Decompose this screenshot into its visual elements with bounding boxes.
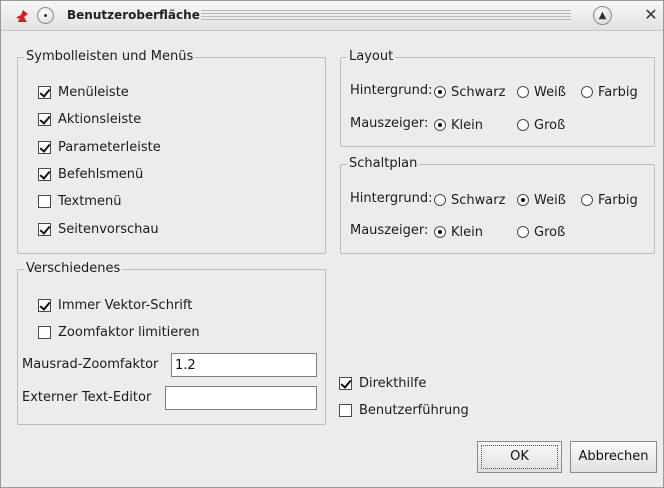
shade-icon[interactable]: ▲ — [593, 6, 612, 25]
parameterbar-checkbox[interactable]: Parameterleiste — [38, 138, 161, 156]
schematic-background-label: Hintergrund: — [350, 191, 433, 206]
layout-cursor-small-radio[interactable]: Klein — [434, 116, 483, 134]
schematic-cursor-small-radio[interactable]: Klein — [434, 223, 483, 241]
radio-label: Weiß — [534, 192, 566, 208]
radio-label: Groß — [534, 117, 566, 133]
schematic-cursor-label: Mauszeiger: — [350, 223, 429, 238]
schematic-bg-white-radio[interactable]: Weiß — [517, 191, 566, 209]
schematic-bg-black-radio[interactable]: Schwarz — [434, 191, 505, 209]
misc-legend: Verschiedenes — [24, 261, 123, 277]
layout-bg-color-radio[interactable]: Farbig — [581, 83, 638, 101]
checkbox-box[interactable] — [38, 298, 51, 312]
radio-dot[interactable] — [517, 194, 529, 206]
schematic-bg-color-radio[interactable]: Farbig — [581, 191, 638, 209]
radio-dot[interactable] — [434, 119, 446, 131]
radio-label: Klein — [451, 117, 483, 133]
direct-help-checkbox[interactable]: Direkthilfe — [339, 374, 426, 392]
checkbox-label: Textmenü — [58, 193, 122, 209]
radio-label: Klein — [451, 224, 483, 240]
app-logo-icon — [15, 8, 31, 24]
checkbox-label: Direkthilfe — [359, 375, 427, 391]
checkbox-box[interactable] — [339, 376, 352, 390]
ok-button[interactable]: OK — [477, 441, 562, 473]
guidance-checkbox[interactable]: Benutzerführung — [339, 401, 469, 419]
checkbox-label: Immer Vektor-Schrift — [58, 297, 193, 313]
checkbox-box[interactable] — [38, 167, 51, 181]
layout-group: Layout Hintergrund: Schwarz Weiß Farbig … — [340, 49, 655, 147]
layout-bg-black-radio[interactable]: Schwarz — [434, 83, 505, 101]
checkbox-box[interactable] — [38, 194, 51, 208]
checkbox-label: Menüleiste — [58, 84, 129, 100]
dialog-window: Benutzeroberfläche ▲ ✕ Symbolleisten und… — [0, 0, 664, 488]
checkbox-label: Parameterleiste — [58, 139, 161, 155]
radio-label: Schwarz — [451, 84, 506, 100]
title-bar[interactable]: Benutzeroberfläche ▲ ✕ — [1, 1, 663, 31]
schematic-cursor-large-radio[interactable]: Groß — [517, 223, 565, 241]
window-title: Benutzeroberfläche — [67, 8, 200, 22]
radio-dot[interactable] — [434, 226, 446, 238]
wheel-zoom-input[interactable] — [171, 353, 317, 377]
text-editor-label: Externer Text-Editor — [22, 390, 152, 405]
radio-label: Farbig — [598, 84, 638, 100]
cancel-button[interactable]: Abbrechen — [570, 441, 657, 473]
checkbox-label: Benutzerführung — [359, 402, 469, 418]
menubar-checkbox[interactable]: Menüleiste — [38, 83, 129, 101]
command-menu-checkbox[interactable]: Befehlsmenü — [38, 165, 143, 183]
radio-label: Schwarz — [451, 192, 506, 208]
layout-background-label: Hintergrund: — [350, 83, 433, 98]
radio-dot[interactable] — [434, 86, 446, 98]
checkbox-box[interactable] — [38, 325, 51, 339]
layout-legend: Layout — [347, 49, 396, 65]
checkbox-box[interactable] — [38, 85, 51, 99]
layout-cursor-label: Mauszeiger: — [350, 116, 429, 131]
checkbox-label: Aktionsleiste — [58, 111, 142, 127]
radio-dot[interactable] — [581, 86, 593, 98]
checkbox-label: Zoomfaktor limitieren — [58, 324, 200, 340]
schematic-group: Schaltplan Hintergrund: Schwarz Weiß Far… — [340, 156, 655, 254]
toolbars-group: Symbolleisten und Menüs Menüleiste Aktio… — [17, 49, 326, 254]
limit-zoom-checkbox[interactable]: Zoomfaktor limitieren — [38, 323, 200, 341]
radio-dot[interactable] — [581, 194, 593, 206]
layout-bg-white-radio[interactable]: Weiß — [517, 83, 566, 101]
checkbox-box[interactable] — [38, 140, 51, 154]
radio-dot[interactable] — [434, 194, 446, 206]
text-editor-input[interactable] — [165, 386, 317, 410]
checkbox-label: Seitenvorschau — [58, 221, 159, 237]
radio-label: Farbig — [598, 192, 638, 208]
schematic-legend: Schaltplan — [347, 156, 420, 172]
radio-label: Groß — [534, 224, 566, 240]
radio-dot[interactable] — [517, 226, 529, 238]
title-bar-grip — [201, 10, 571, 22]
checkbox-box[interactable] — [339, 403, 352, 417]
wheel-zoom-label: Mausrad-Zoomfaktor — [22, 357, 159, 372]
actionbar-checkbox[interactable]: Aktionsleiste — [38, 110, 141, 128]
radio-label: Weiß — [534, 84, 566, 100]
checkbox-box[interactable] — [38, 112, 51, 126]
checkbox-label: Befehlsmenü — [58, 166, 144, 182]
misc-group: Verschiedenes Immer Vektor-Schrift Zoomf… — [17, 261, 326, 425]
radio-dot[interactable] — [517, 86, 529, 98]
toolbars-legend: Symbolleisten und Menüs — [24, 49, 196, 65]
window-menu-icon[interactable] — [37, 7, 54, 24]
text-menu-checkbox[interactable]: Textmenü — [38, 192, 121, 210]
checkbox-box[interactable] — [38, 222, 51, 236]
layout-cursor-large-radio[interactable]: Groß — [517, 116, 565, 134]
vector-font-checkbox[interactable]: Immer Vektor-Schrift — [38, 296, 192, 314]
radio-dot[interactable] — [517, 119, 529, 131]
close-icon[interactable]: ✕ — [643, 5, 659, 25]
page-preview-checkbox[interactable]: Seitenvorschau — [38, 220, 159, 238]
